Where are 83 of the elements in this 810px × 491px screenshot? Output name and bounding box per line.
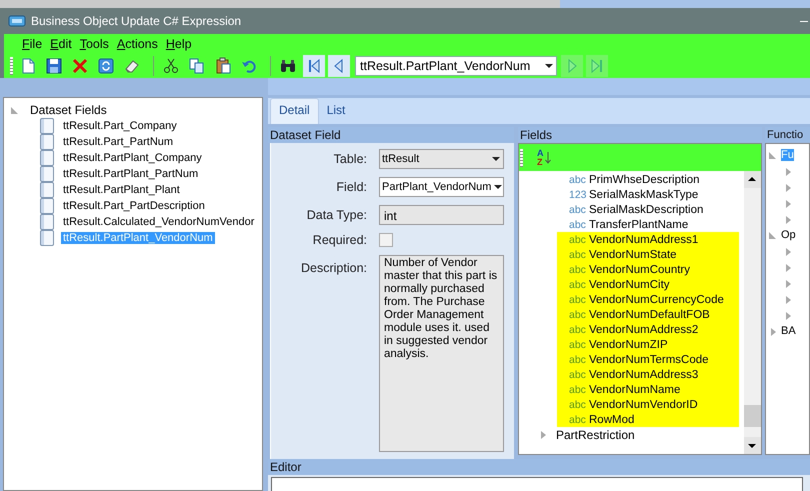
field-label: Description: <box>300 260 367 275</box>
document-icon <box>40 134 54 150</box>
expand-arrow-icon[interactable] <box>784 294 793 304</box>
text-field[interactable]: int <box>379 205 504 225</box>
sort-button[interactable]: A Z <box>537 148 550 166</box>
window-title: Business Object Update C# Expression <box>31 14 242 28</box>
tree-item[interactable]: ttResult.PartPlant_Company <box>61 152 204 164</box>
scroll-thumb[interactable] <box>744 405 761 427</box>
field-item[interactable]: abc TransferPlantName <box>557 217 739 232</box>
checkbox[interactable] <box>379 233 393 247</box>
tree-item[interactable]: ttResult.PartPlant_Plant <box>61 184 182 196</box>
expand-arrow-icon[interactable] <box>769 150 778 160</box>
field-item[interactable]: abc VendorNumAddress2 <box>557 322 739 337</box>
field-item[interactable]: abc PrimWhseDescription <box>557 172 739 187</box>
panel-header: Fields <box>518 127 762 143</box>
field-item[interactable]: abc VendorNumCountry <box>557 262 739 277</box>
tree-node[interactable]: Op <box>781 229 796 241</box>
menu-item[interactable]: Tools <box>80 37 109 51</box>
tree-item[interactable]: ttResult.PartPlant_PartNum <box>61 168 200 180</box>
field-item[interactable]: 123 SerialMaskMaskType <box>557 187 739 202</box>
tree-item[interactable]: ttResult.Part_PartNum <box>61 136 176 148</box>
document-icon <box>40 182 54 198</box>
document-icon <box>40 118 54 134</box>
menu-item[interactable]: Edit <box>50 37 72 51</box>
tree-node[interactable]: Dataset Fields <box>28 103 109 117</box>
expand-arrow-icon[interactable] <box>784 246 793 256</box>
scrollbar[interactable] <box>744 171 761 454</box>
field-item[interactable]: abc RowMod <box>557 412 739 427</box>
field-item[interactable]: abc VendorNumCurrencyCode <box>557 292 739 307</box>
tab[interactable]: List <box>318 99 354 124</box>
dropdown[interactable]: PartPlant_VendorNum <box>379 177 504 197</box>
tree-item[interactable]: ttResult.Part_Company <box>61 120 179 132</box>
expand-arrow-icon[interactable] <box>784 310 793 320</box>
panel-header: Editor <box>268 459 810 475</box>
expand-arrow-icon[interactable] <box>784 166 793 176</box>
expand-arrow-icon[interactable] <box>784 182 793 192</box>
document-icon <box>40 166 54 182</box>
tree-item[interactable]: ttResult.Part_PartDescription <box>61 200 207 212</box>
down-arrow-icon <box>544 150 550 164</box>
expand-arrow-icon[interactable] <box>11 106 20 114</box>
tab[interactable]: Detail <box>270 98 319 124</box>
app-icon <box>8 15 26 27</box>
tree-item[interactable]: ttResult.Calculated_VendorNumVendor <box>61 216 256 228</box>
expand-arrow-icon[interactable] <box>784 278 793 288</box>
expand-arrow-icon[interactable] <box>769 326 778 336</box>
scroll-down-icon[interactable] <box>744 437 761 454</box>
collapsed-arrow-icon[interactable] <box>539 430 548 439</box>
field-item[interactable]: abc SerialMaskDescription <box>557 202 739 217</box>
record-dropdown[interactable]: ttResult.PartPlant_VendorNum <box>355 56 557 76</box>
previous-record-icon[interactable] <box>328 55 350 77</box>
field-item[interactable]: abc VendorNumAddress1 <box>557 232 739 247</box>
document-icon <box>40 198 54 214</box>
document-icon <box>40 214 54 230</box>
field-item[interactable]: abc VendorNumZIP <box>557 337 739 352</box>
expand-arrow-icon[interactable] <box>769 230 778 240</box>
menu-item[interactable]: Actions <box>116 37 158 51</box>
menu-item[interactable]: File <box>22 37 42 51</box>
field-item[interactable]: abc VendorNumName <box>557 382 739 397</box>
scroll-up-icon[interactable] <box>744 171 761 188</box>
panel-header: Functio <box>765 127 810 143</box>
field-label: Table: <box>332 152 367 166</box>
field-label: Field: <box>335 180 367 194</box>
tree-node[interactable]: PartRestriction <box>556 428 635 442</box>
field-item[interactable]: abc VendorNumState <box>557 247 739 262</box>
first-record-icon[interactable] <box>303 55 325 77</box>
expand-arrow-icon[interactable] <box>784 214 793 224</box>
field-item[interactable]: abc VendorNumTermsCode <box>557 352 739 367</box>
expand-arrow-icon[interactable] <box>784 262 793 272</box>
menu-item[interactable]: Help <box>166 37 192 51</box>
document-icon <box>40 230 54 246</box>
field-label: Data Type: <box>306 208 367 222</box>
expand-arrow-icon[interactable] <box>784 198 793 208</box>
description-field[interactable]: Number of Vendor master that this part is normally purchased from. The Purchase Order Management module uses it. used in suggested vendor analysis. <box>379 255 504 452</box>
field-item[interactable]: abc VendorNumAddress3 <box>557 367 739 382</box>
minimize-icon[interactable] <box>800 20 808 22</box>
field-item[interactable]: abc VendorNumCity <box>557 277 739 292</box>
panel-header: Dataset Field <box>268 127 514 143</box>
field-label: Required: <box>312 233 367 247</box>
document-icon <box>40 150 54 166</box>
dropdown[interactable]: ttResult <box>379 149 504 169</box>
field-item[interactable]: abc VendorNumVendorID <box>557 397 739 412</box>
tree-node[interactable]: BA <box>781 325 796 337</box>
field-item[interactable]: abc VendorNumDefaultFOB <box>557 307 739 322</box>
